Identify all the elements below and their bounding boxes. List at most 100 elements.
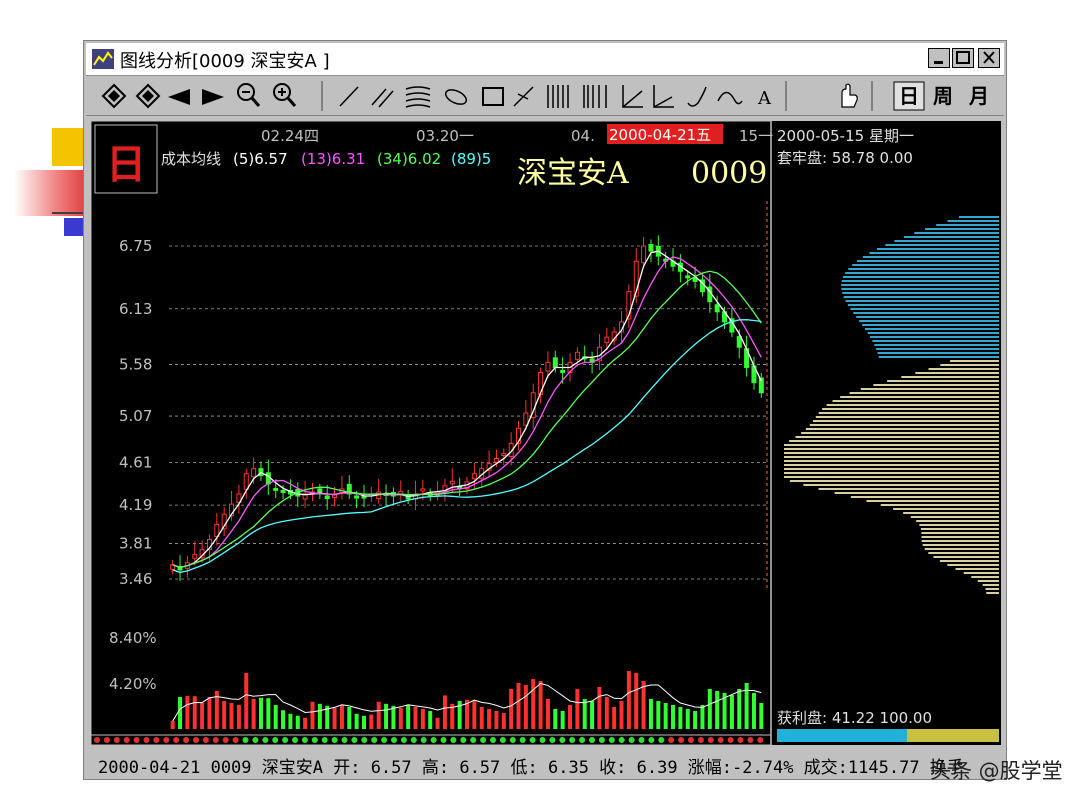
volume-dot — [391, 737, 397, 743]
vol-tick-high: 8.40% — [109, 629, 157, 647]
text-tool-icon[interactable]: A — [757, 88, 772, 109]
volume-bar — [222, 701, 227, 729]
volume-bar — [251, 699, 256, 729]
volume-dot — [460, 737, 467, 743]
volume-dot — [618, 737, 625, 743]
toolbar: A 日 周 月 — [86, 77, 1004, 116]
volume-dot — [430, 737, 437, 743]
volume-dot — [94, 737, 100, 743]
ma13-value: (13)6.31 — [301, 150, 365, 168]
candle-body — [574, 351, 580, 360]
volume-dot — [658, 737, 665, 743]
close-button[interactable] — [978, 48, 1000, 68]
pointer-hand-icon[interactable] — [841, 83, 858, 108]
prev-target-icon[interactable] — [100, 82, 128, 110]
volume-bar — [671, 705, 676, 729]
zoom-out-icon[interactable] — [237, 83, 261, 107]
deco-line — [52, 212, 84, 214]
maximize-button[interactable] — [952, 48, 974, 68]
fibonacci-tool-icon[interactable] — [583, 85, 607, 108]
rectangle-tool-icon[interactable] — [482, 87, 504, 106]
candle-body — [471, 473, 477, 480]
ma5-value: (5)6.57 — [233, 150, 288, 168]
volume-bar — [538, 681, 543, 729]
volume-dot — [292, 737, 298, 743]
candle-body — [714, 304, 720, 313]
ma-label: 成本均线 — [161, 150, 221, 168]
minimize-button[interactable] — [928, 48, 950, 68]
period-badge: 日 — [106, 142, 146, 188]
chart-area[interactable]: 日 02.24四 03.20一 04. 15一 2000-04-21五 成本均线… — [91, 121, 1001, 745]
volume-bar — [361, 715, 366, 729]
panel-date: 2000-05-15 星期一 — [777, 127, 914, 145]
shift-left-icon[interactable] — [168, 89, 190, 105]
shift-right-icon[interactable] — [202, 89, 224, 105]
title-bar[interactable]: 图线分析[0009 深宝安A ] — [86, 43, 1004, 76]
volume-bar — [560, 711, 565, 729]
deco-yellow-square — [52, 128, 84, 166]
volume-dot — [549, 737, 556, 743]
volume-dot — [598, 737, 605, 743]
volume-dot — [272, 737, 279, 743]
volume-bar — [236, 705, 241, 729]
price-tick: 4.61 — [119, 454, 152, 472]
volume-bar — [494, 711, 499, 729]
speed-line-icon[interactable] — [653, 85, 674, 108]
volume-dot — [717, 737, 724, 743]
arrow-tool-icon[interactable] — [513, 86, 534, 107]
volume-bar — [612, 707, 617, 729]
volume-bar — [656, 701, 661, 729]
volume-bar — [384, 703, 389, 729]
volume-dot — [232, 737, 239, 743]
candle-body — [251, 468, 257, 478]
price-tick: 5.58 — [119, 355, 152, 373]
period-month-button[interactable]: 月 — [964, 82, 994, 110]
volume-dot — [222, 737, 229, 743]
volume-bar — [442, 695, 447, 729]
parallel-line-icon[interactable] — [371, 88, 394, 108]
volume-dot — [727, 737, 734, 743]
volume-bar — [472, 700, 477, 729]
volume-dot — [638, 737, 645, 743]
volume-dot — [440, 737, 447, 743]
candle-body — [648, 243, 654, 252]
line-tool-icon[interactable] — [339, 86, 359, 107]
date-label-2: 03.20一 — [416, 127, 474, 145]
period-day-button[interactable]: 日 — [894, 82, 924, 110]
price-tick: 4.19 — [119, 496, 152, 514]
volume-bar — [317, 703, 322, 729]
gann-tool-icon[interactable] — [547, 85, 569, 108]
window-title: 图线分析[0009 深宝安A ] — [120, 51, 330, 72]
channel-tool-icon[interactable] — [405, 86, 431, 108]
volume-dot — [331, 737, 338, 743]
volume-bar — [663, 703, 668, 729]
ellipse-tool-icon[interactable] — [443, 87, 468, 107]
candle-body — [493, 458, 499, 463]
volume-bar — [339, 705, 344, 729]
volume-bar — [619, 701, 624, 729]
volume-bar — [641, 681, 646, 729]
curve-tool-icon[interactable] — [687, 86, 707, 107]
volume-dot — [678, 737, 685, 743]
candle-body — [552, 357, 558, 368]
zoom-in-icon[interactable] — [273, 83, 297, 107]
volume-bar — [685, 709, 690, 729]
volume-bar — [545, 699, 550, 729]
volume-dot — [163, 737, 170, 743]
candle-body — [273, 487, 279, 491]
volume-bar — [369, 714, 374, 729]
next-target-icon[interactable] — [135, 83, 161, 109]
status-text: 2000-04-21 0009 深宝安A 开: 6.57 高: 6.57 低: … — [98, 758, 964, 778]
volume-bar — [597, 687, 602, 729]
volume-dot — [628, 737, 635, 743]
volume-bar — [200, 703, 205, 729]
vol-tick-mid: 4.20% — [109, 675, 157, 693]
volume-dot — [529, 737, 536, 743]
wave-tool-icon[interactable] — [717, 91, 743, 105]
angle-line-icon[interactable] — [622, 85, 643, 108]
volume-dot — [490, 737, 496, 743]
volume-dot — [757, 737, 764, 743]
minimize-icon — [934, 61, 943, 64]
period-week-button[interactable]: 周 — [928, 82, 958, 110]
deco-blue-square — [64, 218, 84, 236]
